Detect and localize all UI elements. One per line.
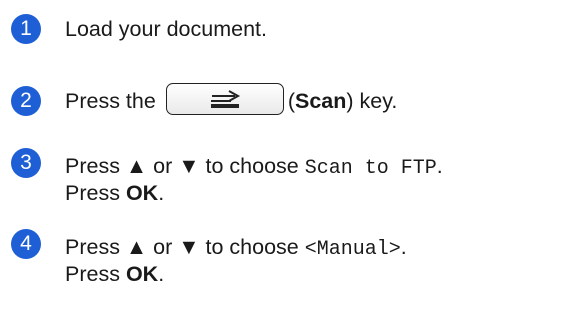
step-4-text: Press ▲ or ▼ to choose xyxy=(65,235,305,259)
instruction-steps: 1 Load your document. 2 Press the (Scan)… xyxy=(0,0,571,311)
ok-key-name: OK xyxy=(125,262,159,286)
scan-arrow-icon xyxy=(210,90,240,109)
step-3-text: Press ▲ or ▼ to choose xyxy=(65,154,305,178)
step-3-line-2: Press OK. xyxy=(65,180,164,206)
step-2-pre: Press the xyxy=(65,89,156,113)
scan-key-icon xyxy=(165,83,284,116)
step-3-period: . xyxy=(436,154,443,178)
step-4-press: Press xyxy=(65,262,126,286)
step-3-period-2: . xyxy=(158,181,165,205)
step-1-text: Load your document. xyxy=(65,17,267,41)
step-4-line-1: Press ▲ or ▼ to choose <Manual>. xyxy=(65,234,407,263)
scan-key-name: Scan xyxy=(294,89,347,113)
step-number: 3 xyxy=(11,148,41,178)
step-text: Press the (Scan) key. xyxy=(65,83,398,116)
ok-key-name: OK xyxy=(125,181,159,205)
step-4-period: . xyxy=(400,235,407,259)
menu-option-manual: <Manual> xyxy=(304,238,401,261)
step-text: Load your document. xyxy=(65,16,267,42)
step-3-press: Press xyxy=(65,181,126,205)
step-4-period-2: . xyxy=(158,262,165,286)
open-paren: ( xyxy=(287,89,295,113)
step-number: 2 xyxy=(11,86,41,116)
step-2-post: ) key. xyxy=(346,89,398,113)
menu-option-scan-to-ftp: Scan to FTP xyxy=(304,157,437,180)
step-number: 1 xyxy=(11,14,41,44)
step-number: 4 xyxy=(11,229,41,259)
step-4-line-2: Press OK. xyxy=(65,261,164,287)
step-3-line-1: Press ▲ or ▼ to choose Scan to FTP. xyxy=(65,153,443,182)
